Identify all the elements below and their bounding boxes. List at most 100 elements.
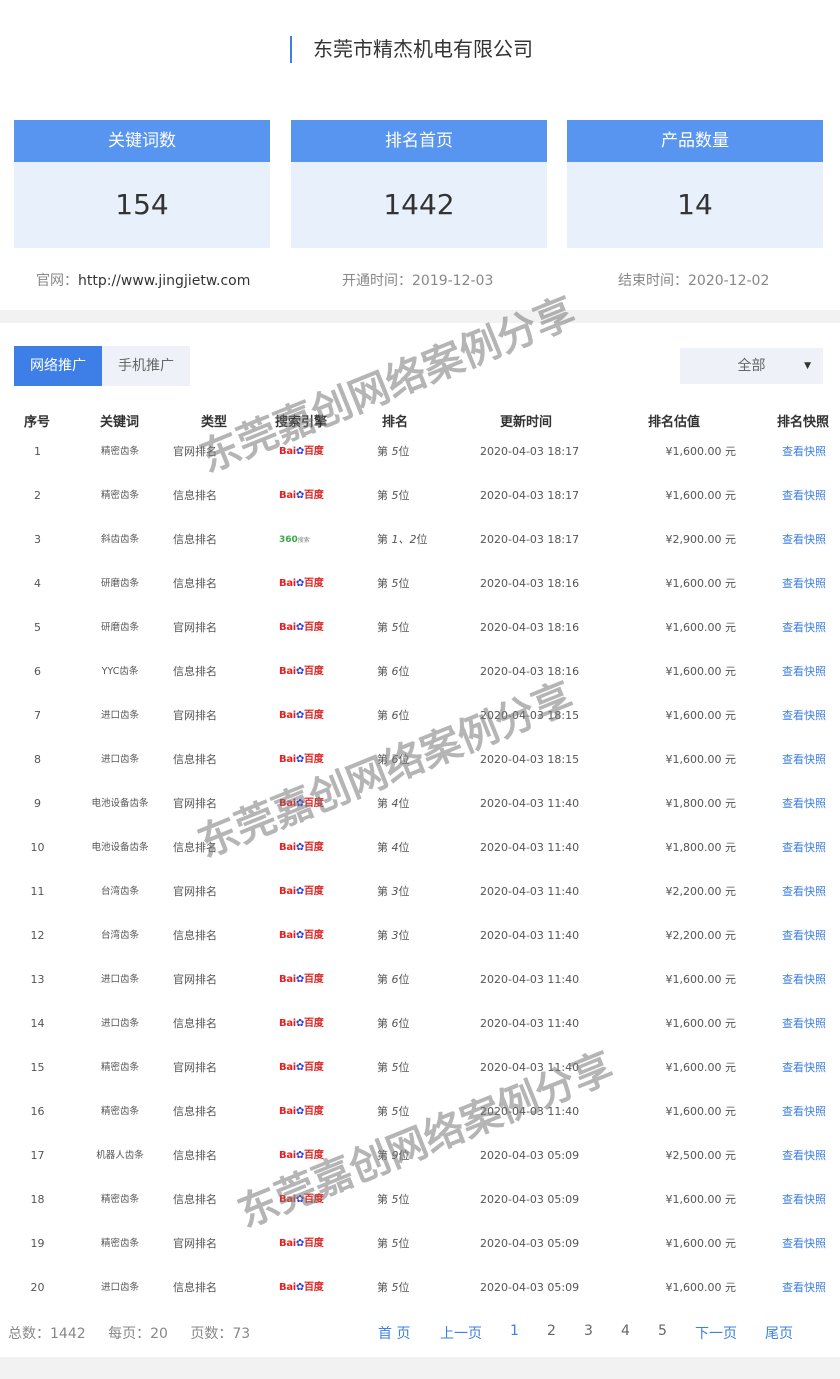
rank-prefix: 第 <box>377 841 388 854</box>
row-rank-value: ¥1,600.00 元 <box>665 577 736 590</box>
row-rank-value: ¥1,600.00 元 <box>665 1281 736 1294</box>
row-update-time: 2020-04-03 18:17 <box>480 489 580 502</box>
pager-prev[interactable]: 上一页 <box>440 1323 482 1343</box>
end-date-info: 结束时间：2020-12-02 <box>618 270 769 290</box>
view-snapshot-link[interactable]: 查看快照 <box>782 1236 826 1252</box>
col-index: 序号 <box>24 415 51 430</box>
row-rank: 第 6位 <box>377 708 410 724</box>
view-snapshot-link[interactable]: 查看快照 <box>782 928 826 944</box>
row-index: 16 <box>30 1105 45 1118</box>
baidu-logo-icon: Bai✿百度 <box>279 708 324 724</box>
view-snapshot-link[interactable]: 查看快照 <box>782 752 826 768</box>
view-snapshot-link[interactable]: 查看快照 <box>782 1016 826 1032</box>
row-index: 8 <box>34 753 41 766</box>
tab-mobile-promotion[interactable]: 手机推广 <box>102 346 190 386</box>
view-snapshot-link[interactable]: 查看快照 <box>782 664 826 680</box>
row-rank: 第 5位 <box>377 1236 410 1252</box>
baidu-logo-icon: Bai✿百度 <box>279 1104 324 1120</box>
view-snapshot-link[interactable]: 查看快照 <box>782 840 826 856</box>
row-index: 19 <box>30 1237 45 1250</box>
rank-suffix: 位 <box>398 621 410 634</box>
row-type: 信息排名 <box>173 1281 217 1294</box>
engine-filter-select[interactable]: 全部 ▼ <box>680 348 823 384</box>
view-snapshot-link[interactable]: 查看快照 <box>782 444 826 460</box>
row-update-time: 2020-04-03 18:17 <box>480 533 580 546</box>
pager-page-4[interactable]: 4 <box>621 1323 630 1339</box>
engine-name: Bai <box>279 1150 296 1161</box>
pager-next[interactable]: 下一页 <box>695 1323 737 1343</box>
filter-selected-value: 全部 <box>737 358 766 374</box>
view-snapshot-link[interactable]: 查看快照 <box>782 576 826 592</box>
engine-name: Bai <box>279 710 296 721</box>
pager-page-3[interactable]: 3 <box>584 1323 593 1339</box>
pager-page-2[interactable]: 2 <box>547 1323 556 1339</box>
baidu-paw-icon: ✿ <box>295 1018 304 1029</box>
rank-number: 6 <box>391 709 399 722</box>
open-date-value: 2019-12-03 <box>412 273 494 289</box>
row-type: 信息排名 <box>173 533 217 546</box>
table-row: 8 进口齿条 信息排名 Bai✿百度 第 6位 2020-04-03 18:15… <box>0 739 840 783</box>
rank-number: 1、2 <box>391 533 417 546</box>
view-snapshot-link[interactable]: 查看快照 <box>782 620 826 636</box>
row-update-time: 2020-04-03 18:16 <box>480 665 580 678</box>
rank-suffix: 位 <box>398 1237 410 1250</box>
rank-number: 5 <box>391 577 399 590</box>
row-type: 信息排名 <box>173 577 217 590</box>
rank-suffix: 位 <box>398 445 410 458</box>
view-snapshot-link[interactable]: 查看快照 <box>782 708 826 724</box>
row-type: 官网排名 <box>173 797 217 810</box>
baidu-paw-icon: ✿ <box>295 1194 304 1205</box>
engine-suffix: 百度 <box>304 1150 324 1161</box>
row-type: 信息排名 <box>173 665 217 678</box>
view-snapshot-link[interactable]: 查看快照 <box>782 1104 826 1120</box>
page-count: 页数：73 <box>190 1326 251 1342</box>
pager-page-1[interactable]: 1 <box>510 1323 519 1339</box>
engine-suffix: 搜索 <box>297 537 310 544</box>
table-row: 10 电池设备齿条 信息排名 Bai✿百度 第 4位 2020-04-03 11… <box>0 827 840 871</box>
view-snapshot-link[interactable]: 查看快照 <box>782 1148 826 1164</box>
view-snapshot-link[interactable]: 查看快照 <box>782 532 826 548</box>
baidu-paw-icon: ✿ <box>295 886 304 897</box>
engine-suffix: 百度 <box>304 754 324 765</box>
row-rank-value: ¥2,200.00 元 <box>665 885 736 898</box>
site-url[interactable]: http://www.jingjietw.com <box>78 273 250 289</box>
stat-card-keywords: 关键词数 154 <box>14 120 270 248</box>
engine-name: Bai <box>279 1238 296 1249</box>
engine-suffix: 百度 <box>304 798 324 809</box>
engine-suffix: 百度 <box>304 490 324 501</box>
row-keyword: 进口齿条 <box>100 754 139 765</box>
view-snapshot-link[interactable]: 查看快照 <box>782 1280 826 1296</box>
view-snapshot-link[interactable]: 查看快照 <box>782 796 826 812</box>
row-type: 官网排名 <box>173 445 217 458</box>
baidu-paw-icon: ✿ <box>295 974 304 985</box>
view-snapshot-link[interactable]: 查看快照 <box>782 1060 826 1076</box>
engine-name: Bai <box>279 754 296 765</box>
view-snapshot-link[interactable]: 查看快照 <box>782 488 826 504</box>
engine-name: Bai <box>279 446 296 457</box>
table-row: 4 研磨齿条 信息排名 Bai✿百度 第 5位 2020-04-03 18:16… <box>0 563 840 607</box>
rank-suffix: 位 <box>398 1149 410 1162</box>
rank-prefix: 第 <box>377 709 388 722</box>
view-snapshot-link[interactable]: 查看快照 <box>782 884 826 900</box>
rank-number: 9 <box>391 1149 399 1162</box>
row-rank-value: ¥1,600.00 元 <box>665 1105 736 1118</box>
pager-first[interactable]: 首 页 <box>378 1323 410 1343</box>
table-row: 1 精密齿条 官网排名 Bai✿百度 第 5位 2020-04-03 18:17… <box>0 431 840 475</box>
tab-web-promotion[interactable]: 网络推广 <box>14 346 102 386</box>
view-snapshot-link[interactable]: 查看快照 <box>782 972 826 988</box>
rank-number: 5 <box>391 1193 399 1206</box>
rank-number: 6 <box>391 665 399 678</box>
view-snapshot-link[interactable]: 查看快照 <box>782 1192 826 1208</box>
row-keyword: 精密齿条 <box>100 446 139 457</box>
pager-page-5[interactable]: 5 <box>658 1323 667 1339</box>
row-keyword: 进口齿条 <box>100 710 139 721</box>
row-update-time: 2020-04-03 11:40 <box>480 1061 580 1074</box>
row-rank-value: ¥1,600.00 元 <box>665 489 736 502</box>
baidu-logo-icon: Bai✿百度 <box>279 576 324 592</box>
row-rank: 第 5位 <box>377 620 410 636</box>
rank-prefix: 第 <box>377 665 388 678</box>
rank-prefix: 第 <box>377 1061 388 1074</box>
engine-suffix: 百度 <box>304 886 324 897</box>
row-update-time: 2020-04-03 11:40 <box>480 973 580 986</box>
pager-last[interactable]: 尾页 <box>765 1323 793 1343</box>
